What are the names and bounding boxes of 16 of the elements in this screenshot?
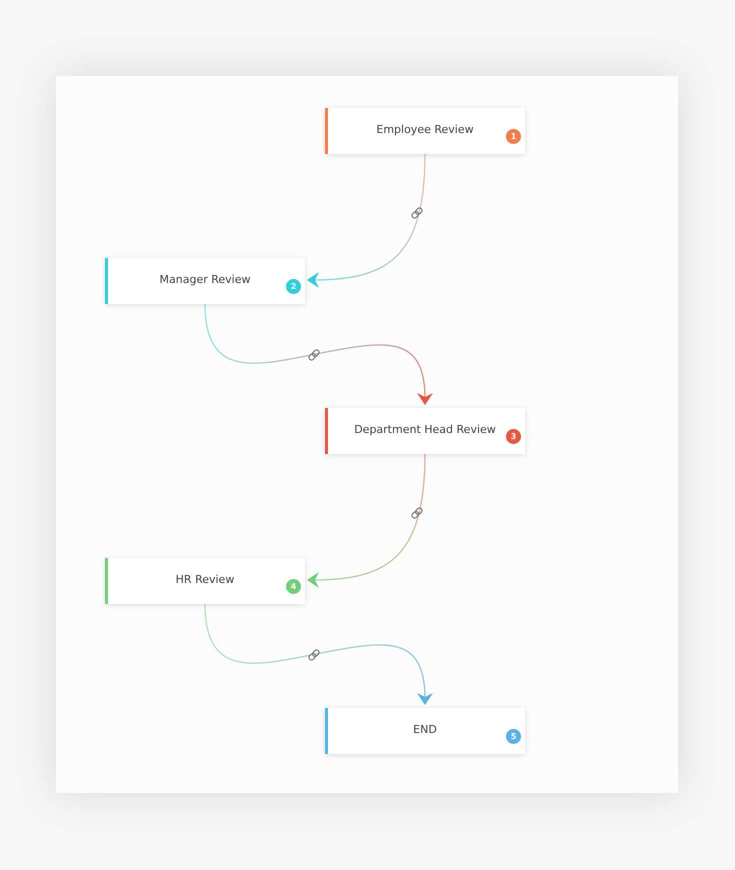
link-icon[interactable] bbox=[410, 506, 424, 520]
workflow-node[interactable]: Manager Review 2 bbox=[105, 258, 305, 304]
node-title: Department Head Review bbox=[353, 423, 497, 436]
step-number: 4 bbox=[286, 579, 301, 594]
workflow-node[interactable]: END 5 bbox=[325, 708, 525, 754]
step-number: 2 bbox=[286, 279, 301, 294]
workflow-node[interactable]: Employee Review 1 bbox=[325, 108, 525, 154]
step-number: 1 bbox=[506, 129, 521, 144]
link-icon[interactable] bbox=[307, 348, 321, 362]
link-icon[interactable] bbox=[410, 206, 424, 220]
step-number: 5 bbox=[506, 729, 521, 744]
workflow-node[interactable]: HR Review 4 bbox=[105, 558, 305, 604]
node-title: END bbox=[412, 723, 438, 736]
step-number: 3 bbox=[506, 429, 521, 444]
link-icon[interactable] bbox=[307, 648, 321, 662]
workflow-node[interactable]: Department Head Review 3 bbox=[325, 408, 525, 454]
